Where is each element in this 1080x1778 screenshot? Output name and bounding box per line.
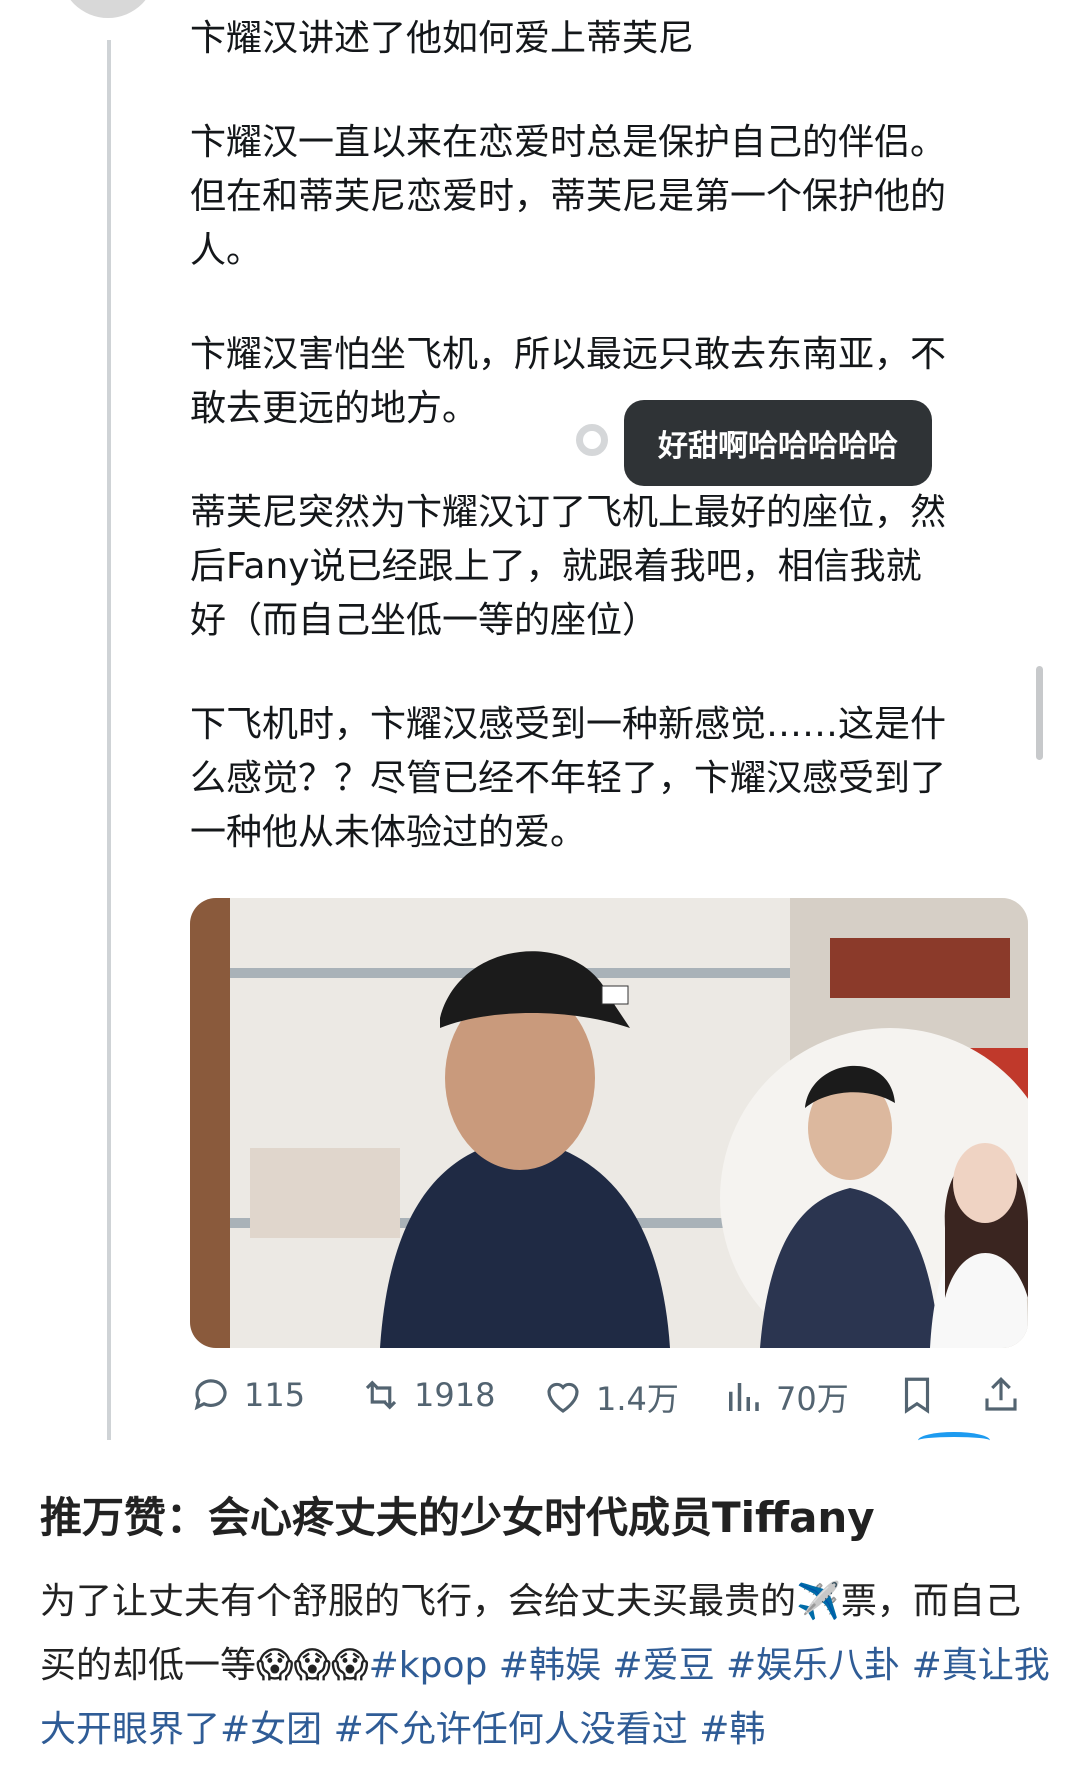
screaming-face-emoji-icon: 😱 (293, 1645, 332, 1686)
tweet-paragraph: 蒂芙尼突然为卞耀汉订了飞机上最好的座位，然 后Fany说已经跟上了，就跟着我吧，… (190, 492, 947, 641)
heart-icon (547, 1382, 579, 1413)
screaming-face-emoji-icon: 😱 (331, 1645, 369, 1686)
reply-button[interactable]: 115 (190, 1374, 305, 1416)
floating-comment-bubble: 好甜啊哈哈哈哈哈 (624, 400, 932, 486)
reply-icon (194, 1379, 227, 1411)
like-count: 1.4万 (596, 1380, 679, 1418)
bookmark-button[interactable] (896, 1374, 938, 1416)
post-body-text: 为了让丈夫有个舒服的飞行，会给丈夫买最贵的 (40, 1581, 797, 1622)
media-photo-illustration (190, 898, 1028, 1348)
post-title: 推万赞：会心疼丈夫的少女时代成员Tiffany (40, 1493, 875, 1542)
tweet-paragraph: 卞耀汉讲述了他如何爱上蒂芙尼 (190, 18, 695, 59)
loading-indicator (918, 1432, 990, 1449)
post-body: 为了让丈夫有个舒服的飞行，会给丈夫买最贵的✈️票，而自己买的却低一等😱😱😱#kp… (40, 1570, 1050, 1762)
tweet-paragraph: 卞耀汉一直以来在恋爱时总是保护自己的伴侣。 但在和蒂芙尼恋爱时，蒂芙尼是第一个保… (190, 122, 947, 271)
views-button[interactable]: 70万 (722, 1374, 849, 1420)
tweet-media-image[interactable] (190, 898, 1028, 1348)
reply-count: 115 (244, 1376, 306, 1414)
tweet-paragraph: 下飞机时，卞耀汉感受到一种新感觉……这是什 么感觉？？尽管已经不年轻了，卞耀汉感… (190, 704, 947, 853)
screaming-face-emoji-icon: 😱 (256, 1645, 294, 1686)
retweet-button[interactable]: 1918 (360, 1374, 495, 1416)
airplane-emoji-icon: ✈️ (796, 1581, 841, 1622)
share-icon (985, 1377, 1017, 1411)
share-button[interactable] (980, 1374, 1022, 1416)
tweet-action-bar: 115 1918 1.4万 70万 (190, 1368, 1030, 1428)
scrollbar-thumb[interactable] (1036, 666, 1043, 760)
retweet-icon (365, 1380, 397, 1410)
views-count: 70万 (776, 1380, 849, 1418)
avatar[interactable] (60, 0, 156, 18)
views-bar-chart-icon (729, 1383, 759, 1411)
bookmark-icon (904, 1377, 930, 1414)
like-button[interactable]: 1.4万 (542, 1374, 679, 1420)
thread-connector-line (107, 40, 111, 1440)
comment-bubble-anchor (576, 424, 608, 456)
retweet-count: 1918 (414, 1376, 496, 1414)
